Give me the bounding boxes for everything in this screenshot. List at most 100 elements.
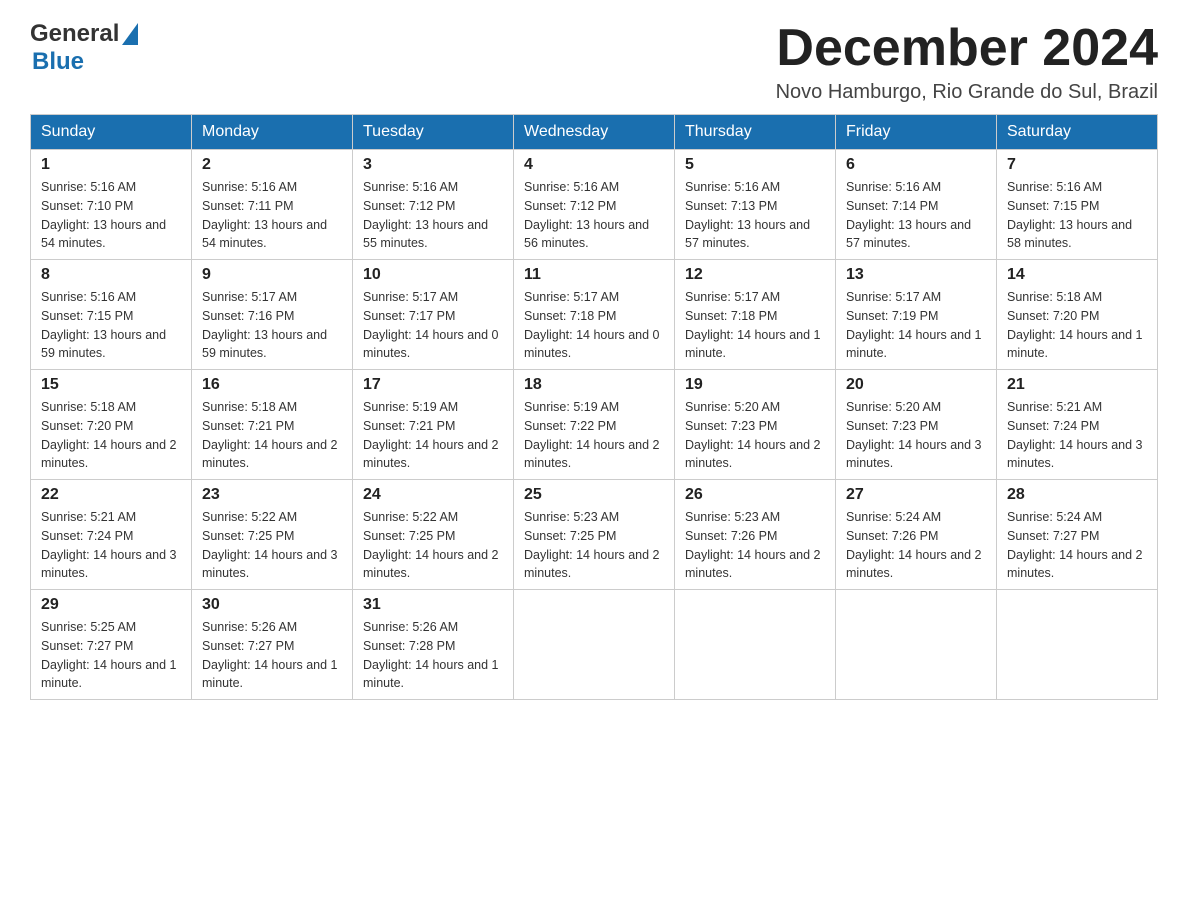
day-info: Sunrise: 5:17 AMSunset: 7:18 PMDaylight:… [685, 288, 825, 363]
day-info: Sunrise: 5:24 AMSunset: 7:26 PMDaylight:… [846, 508, 986, 583]
calendar-week-row: 8 Sunrise: 5:16 AMSunset: 7:15 PMDaylight… [31, 260, 1158, 370]
table-row: 12 Sunrise: 5:17 AMSunset: 7:18 PMDayligh… [675, 260, 836, 370]
col-header-thursday: Thursday [675, 115, 836, 150]
day-info: Sunrise: 5:16 AMSunset: 7:12 PMDaylight:… [524, 178, 664, 253]
logo-arrow-icon [122, 23, 138, 45]
day-number: 6 [846, 156, 986, 174]
table-row: 18 Sunrise: 5:19 AMSunset: 7:22 PMDayligh… [514, 370, 675, 480]
day-number: 27 [846, 486, 986, 504]
day-number: 24 [363, 486, 503, 504]
day-number: 10 [363, 266, 503, 284]
logo: General Blue [30, 20, 138, 76]
day-info: Sunrise: 5:19 AMSunset: 7:21 PMDaylight:… [363, 398, 503, 473]
day-number: 28 [1007, 486, 1147, 504]
day-number: 23 [202, 486, 342, 504]
day-info: Sunrise: 5:17 AMSunset: 7:18 PMDaylight:… [524, 288, 664, 363]
table-row: 4 Sunrise: 5:16 AMSunset: 7:12 PMDaylight… [514, 150, 675, 260]
month-year-title: December 2024 [776, 20, 1158, 77]
day-info: Sunrise: 5:24 AMSunset: 7:27 PMDaylight:… [1007, 508, 1147, 583]
col-header-friday: Friday [836, 115, 997, 150]
table-row: 27 Sunrise: 5:24 AMSunset: 7:26 PMDayligh… [836, 480, 997, 590]
day-number: 3 [363, 156, 503, 174]
calendar-table: Sunday Monday Tuesday Wednesday Thursday… [30, 114, 1158, 700]
day-info: Sunrise: 5:25 AMSunset: 7:27 PMDaylight:… [41, 618, 181, 693]
table-row: 14Sunrise: 5:18 AMSunset: 7:20 PMDayligh… [997, 260, 1158, 370]
day-number: 26 [685, 486, 825, 504]
table-row: 25 Sunrise: 5:23 AMSunset: 7:25 PMDayligh… [514, 480, 675, 590]
day-info: Sunrise: 5:17 AMSunset: 7:17 PMDaylight:… [363, 288, 503, 363]
day-info: Sunrise: 5:21 AMSunset: 7:24 PMDaylight:… [1007, 398, 1147, 473]
table-row: 26 Sunrise: 5:23 AMSunset: 7:26 PMDayligh… [675, 480, 836, 590]
calendar-week-row: 15 Sunrise: 5:18 AMSunset: 7:20 PMDayligh… [31, 370, 1158, 480]
calendar-week-row: 22 Sunrise: 5:21 AMSunset: 7:24 PMDayligh… [31, 480, 1158, 590]
day-info: Sunrise: 5:20 AMSunset: 7:23 PMDaylight:… [846, 398, 986, 473]
day-number: 17 [363, 376, 503, 394]
table-row [675, 590, 836, 700]
col-header-sunday: Sunday [31, 115, 192, 150]
day-info: Sunrise: 5:16 AMSunset: 7:15 PMDaylight:… [1007, 178, 1147, 253]
day-info: Sunrise: 5:26 AMSunset: 7:28 PMDaylight:… [363, 618, 503, 693]
day-number: 15 [41, 376, 181, 394]
day-number: 31 [363, 596, 503, 614]
day-number: 18 [524, 376, 664, 394]
col-header-monday: Monday [192, 115, 353, 150]
table-row: 7 Sunrise: 5:16 AMSunset: 7:15 PMDaylight… [997, 150, 1158, 260]
calendar-week-row: 1Sunrise: 5:16 AMSunset: 7:10 PMDaylight… [31, 150, 1158, 260]
table-row: 2 Sunrise: 5:16 AMSunset: 7:11 PMDaylight… [192, 150, 353, 260]
table-row [997, 590, 1158, 700]
day-info: Sunrise: 5:16 AMSunset: 7:15 PMDaylight:… [41, 288, 181, 363]
day-info: Sunrise: 5:16 AMSunset: 7:12 PMDaylight:… [363, 178, 503, 253]
day-number: 30 [202, 596, 342, 614]
day-number: 8 [41, 266, 181, 284]
table-row: 10 Sunrise: 5:17 AMSunset: 7:17 PMDayligh… [353, 260, 514, 370]
table-row: 15 Sunrise: 5:18 AMSunset: 7:20 PMDayligh… [31, 370, 192, 480]
day-info: Sunrise: 5:23 AMSunset: 7:25 PMDaylight:… [524, 508, 664, 583]
table-row: 24Sunrise: 5:22 AMSunset: 7:25 PMDayligh… [353, 480, 514, 590]
page-header: General Blue December 2024 Novo Hamburgo… [30, 20, 1158, 104]
day-info: Sunrise: 5:16 AMSunset: 7:10 PMDaylight:… [41, 178, 181, 253]
day-number: 7 [1007, 156, 1147, 174]
col-header-wednesday: Wednesday [514, 115, 675, 150]
day-info: Sunrise: 5:16 AMSunset: 7:14 PMDaylight:… [846, 178, 986, 253]
table-row: 13 Sunrise: 5:17 AMSunset: 7:19 PMDayligh… [836, 260, 997, 370]
day-number: 16 [202, 376, 342, 394]
day-info: Sunrise: 5:22 AMSunset: 7:25 PMDaylight:… [202, 508, 342, 583]
table-row: 19Sunrise: 5:20 AMSunset: 7:23 PMDayligh… [675, 370, 836, 480]
table-row: 6 Sunrise: 5:16 AMSunset: 7:14 PMDaylight… [836, 150, 997, 260]
day-number: 14 [1007, 266, 1147, 284]
day-info: Sunrise: 5:19 AMSunset: 7:22 PMDaylight:… [524, 398, 664, 473]
day-number: 5 [685, 156, 825, 174]
day-info: Sunrise: 5:26 AMSunset: 7:27 PMDaylight:… [202, 618, 342, 693]
table-row: 3 Sunrise: 5:16 AMSunset: 7:12 PMDaylight… [353, 150, 514, 260]
table-row: 22 Sunrise: 5:21 AMSunset: 7:24 PMDayligh… [31, 480, 192, 590]
day-info: Sunrise: 5:23 AMSunset: 7:26 PMDaylight:… [685, 508, 825, 583]
day-info: Sunrise: 5:17 AMSunset: 7:16 PMDaylight:… [202, 288, 342, 363]
calendar-header-row: Sunday Monday Tuesday Wednesday Thursday… [31, 115, 1158, 150]
day-info: Sunrise: 5:18 AMSunset: 7:20 PMDaylight:… [41, 398, 181, 473]
table-row: 8 Sunrise: 5:16 AMSunset: 7:15 PMDaylight… [31, 260, 192, 370]
day-number: 29 [41, 596, 181, 614]
day-number: 4 [524, 156, 664, 174]
table-row: 21Sunrise: 5:21 AMSunset: 7:24 PMDayligh… [997, 370, 1158, 480]
table-row [514, 590, 675, 700]
day-number: 25 [524, 486, 664, 504]
day-info: Sunrise: 5:17 AMSunset: 7:19 PMDaylight:… [846, 288, 986, 363]
day-number: 13 [846, 266, 986, 284]
col-header-saturday: Saturday [997, 115, 1158, 150]
table-row: 31 Sunrise: 5:26 AMSunset: 7:28 PMDayligh… [353, 590, 514, 700]
day-number: 22 [41, 486, 181, 504]
calendar-week-row: 29 Sunrise: 5:25 AMSunset: 7:27 PMDayligh… [31, 590, 1158, 700]
table-row: 20Sunrise: 5:20 AMSunset: 7:23 PMDayligh… [836, 370, 997, 480]
day-info: Sunrise: 5:16 AMSunset: 7:13 PMDaylight:… [685, 178, 825, 253]
col-header-tuesday: Tuesday [353, 115, 514, 150]
day-info: Sunrise: 5:21 AMSunset: 7:24 PMDaylight:… [41, 508, 181, 583]
logo-general-text: General [30, 20, 119, 48]
table-row: 28 Sunrise: 5:24 AMSunset: 7:27 PMDayligh… [997, 480, 1158, 590]
day-number: 2 [202, 156, 342, 174]
day-number: 12 [685, 266, 825, 284]
day-info: Sunrise: 5:16 AMSunset: 7:11 PMDaylight:… [202, 178, 342, 253]
day-number: 9 [202, 266, 342, 284]
table-row: 17 Sunrise: 5:19 AMSunset: 7:21 PMDayligh… [353, 370, 514, 480]
day-info: Sunrise: 5:18 AMSunset: 7:21 PMDaylight:… [202, 398, 342, 473]
table-row: 29 Sunrise: 5:25 AMSunset: 7:27 PMDayligh… [31, 590, 192, 700]
